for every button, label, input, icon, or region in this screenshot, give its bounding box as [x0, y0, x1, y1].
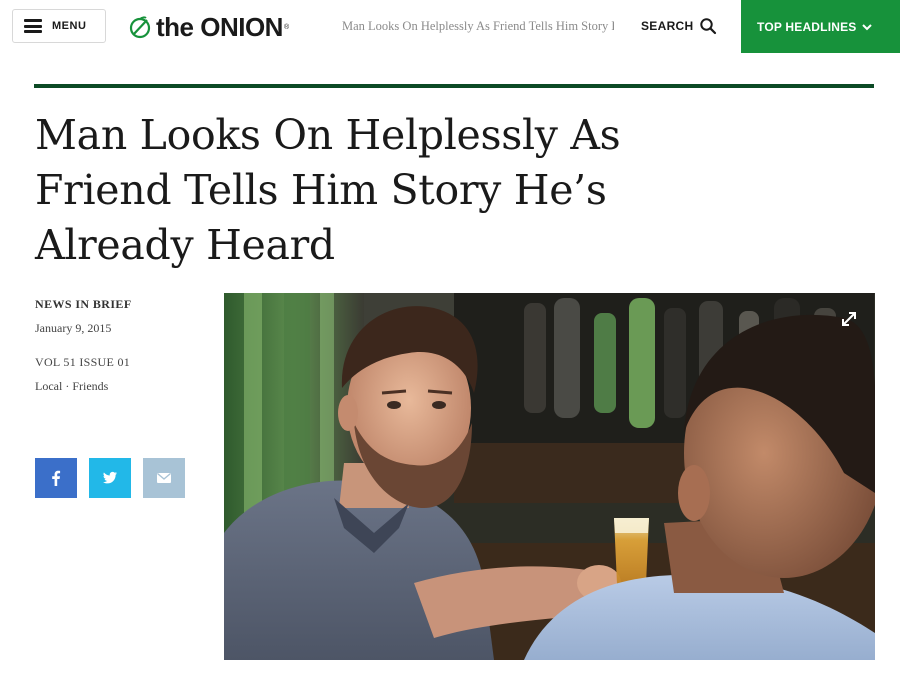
registered-mark: ®: [283, 23, 290, 31]
tag-local[interactable]: Local: [35, 379, 62, 393]
article-headline: Man Looks On Helplessly As Friend Tells …: [35, 111, 621, 269]
facebook-share-button[interactable]: [35, 458, 77, 498]
tag-friends[interactable]: Friends: [72, 379, 108, 393]
hamburger-icon: [24, 19, 42, 33]
site-logo[interactable]: the ONION ®: [128, 10, 289, 44]
twitter-bird-icon: [103, 471, 117, 484]
article-issue: VOL 51 ISSUE 01: [35, 355, 131, 369]
article-photo[interactable]: [224, 293, 875, 660]
chevron-down-icon: [861, 23, 872, 30]
article-tags: Local · Friends: [35, 378, 205, 394]
menu-button[interactable]: MENU: [12, 9, 106, 43]
logo-wordmark: the ONION: [156, 11, 283, 42]
search-button[interactable]: SEARCH: [641, 12, 717, 40]
article-section[interactable]: NEWS IN BRIEF: [35, 296, 205, 312]
article-date: January 9, 2015: [35, 321, 112, 335]
facebook-icon: [52, 470, 61, 486]
search-icon: [700, 18, 717, 35]
site-header: MENU the ONION ® Man Looks On Helplessly…: [0, 0, 900, 54]
top-headlines-label: TOP HEADLINES: [757, 19, 857, 34]
email-share-button[interactable]: [143, 458, 185, 498]
tag-separator: ·: [62, 379, 73, 393]
onion-logo-icon: [129, 16, 151, 39]
bar-scene-image: [224, 293, 875, 660]
twitter-share-button[interactable]: [89, 458, 131, 498]
top-headlines-button[interactable]: TOP HEADLINES: [741, 0, 900, 53]
header-divider: [34, 84, 874, 88]
share-buttons: [35, 458, 185, 498]
envelope-icon: [157, 472, 171, 483]
headline-ticker[interactable]: Man Looks On Helplessly As Friend Tells …: [342, 16, 614, 36]
expand-icon[interactable]: [839, 309, 859, 329]
article-meta: NEWS IN BRIEF January 9, 2015 VOL 51 ISS…: [35, 296, 205, 394]
menu-label: MENU: [52, 20, 87, 32]
search-label: SEARCH: [641, 19, 694, 33]
